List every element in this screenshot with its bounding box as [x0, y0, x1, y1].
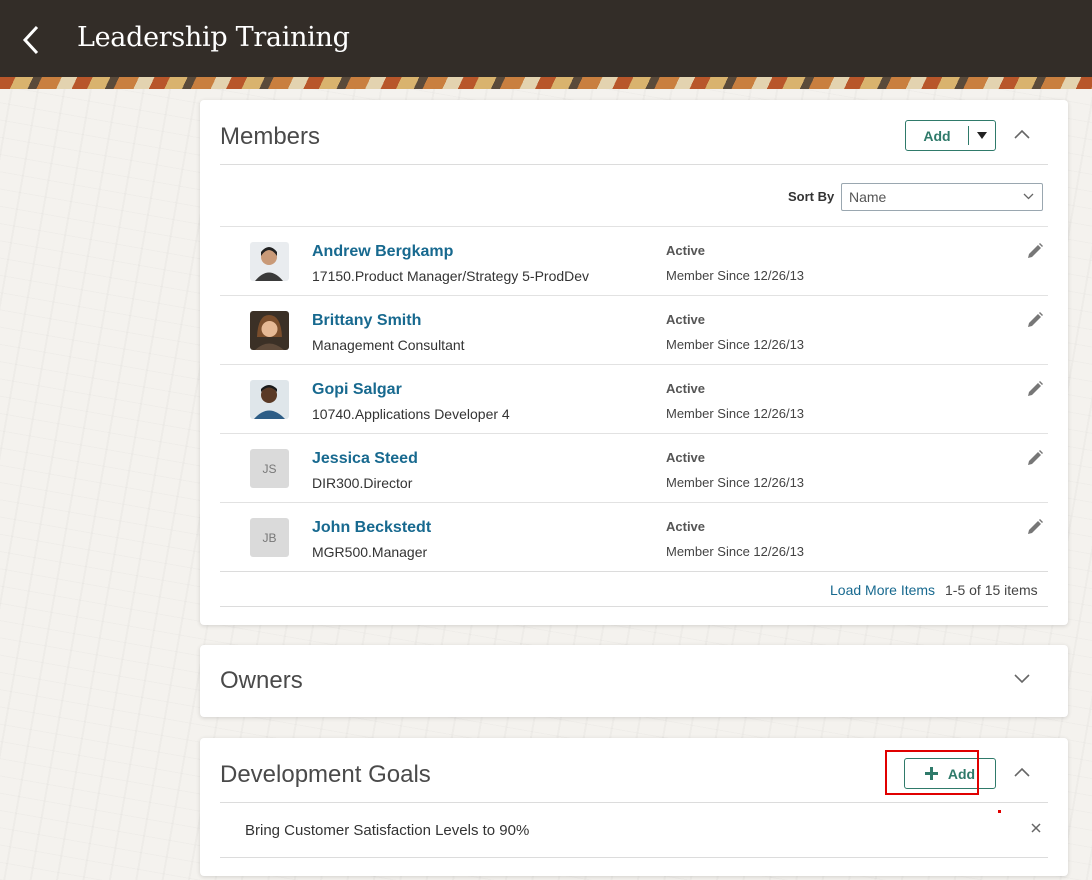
member-row: JB John Beckstedt MGR500.Manager Active …	[220, 502, 1048, 571]
avatar	[250, 311, 289, 350]
member-name[interactable]: Jessica Steed	[312, 450, 418, 468]
list-bottom-divider	[220, 571, 1048, 572]
sort-by-label: Sort By	[788, 189, 835, 204]
members-footer-divider	[220, 606, 1048, 607]
member-since: Member Since 12/26/13	[666, 406, 805, 421]
member-name[interactable]: Andrew Bergkamp	[312, 243, 453, 261]
development-goals-title: Development Goals	[220, 761, 431, 788]
avatar	[250, 242, 289, 281]
highlight-annotation-box	[885, 750, 979, 795]
members-card: Members Add Sort By Name Andrew Bergkamp…	[200, 100, 1068, 625]
member-status: Active	[666, 450, 706, 465]
member-status: Active	[666, 519, 706, 534]
back-button[interactable]	[16, 22, 46, 58]
edit-button[interactable]	[1026, 449, 1046, 469]
member-job-title: 17150.Product Manager/Strategy 5-ProdDev	[312, 268, 590, 284]
pencil-icon	[1028, 381, 1043, 396]
page-title: Leadership Training	[77, 22, 350, 53]
member-status: Active	[666, 312, 706, 327]
app-header: Leadership Training	[0, 0, 1092, 77]
items-count: 1-5 of 15 items	[945, 582, 1038, 598]
avatar-initials: JB	[250, 518, 289, 557]
member-status: Active	[666, 243, 706, 258]
owners-expand-button[interactable]	[1008, 665, 1036, 693]
pencil-icon	[1028, 450, 1043, 465]
member-status: Active	[666, 381, 706, 396]
owners-card: Owners	[200, 645, 1068, 717]
avatar-initials: JS	[250, 449, 289, 488]
chevron-down-icon	[1014, 674, 1030, 684]
member-job-title: Management Consultant	[312, 337, 465, 353]
member-name[interactable]: Brittany Smith	[312, 312, 421, 330]
sort-by-value: Name	[849, 189, 887, 205]
members-add-menu-button[interactable]	[969, 121, 995, 150]
header-banner-image	[0, 77, 1092, 89]
member-name[interactable]: Gopi Salgar	[312, 381, 402, 399]
member-job-title: MGR500.Manager	[312, 544, 428, 560]
member-job-title: 10740.Applications Developer 4	[312, 406, 510, 422]
owners-title: Owners	[220, 667, 303, 694]
edit-button[interactable]	[1026, 518, 1046, 538]
members-add-button[interactable]: Add	[906, 121, 968, 150]
member-since: Member Since 12/26/13	[666, 337, 805, 352]
goal-item-text[interactable]: Bring Customer Satisfaction Levels to 90…	[245, 822, 529, 839]
goals-collapse-button[interactable]	[1008, 758, 1036, 786]
members-add-split-button: Add	[905, 120, 996, 151]
member-name[interactable]: John Beckstedt	[312, 519, 431, 537]
member-row: Brittany Smith Management Consultant Act…	[220, 295, 1048, 364]
load-more-link[interactable]: Load More Items	[830, 582, 935, 598]
member-since: Member Since 12/26/13	[666, 268, 805, 283]
close-icon	[1031, 823, 1041, 833]
chevron-up-icon	[1014, 129, 1030, 139]
edit-button[interactable]	[1026, 380, 1046, 400]
chevron-left-icon	[22, 25, 39, 55]
goals-divider	[220, 802, 1048, 803]
member-since: Member Since 12/26/13	[666, 475, 805, 490]
edit-button[interactable]	[1026, 242, 1046, 262]
pencil-icon	[1028, 312, 1043, 327]
member-since: Member Since 12/26/13	[666, 544, 805, 559]
member-job-title: DIR300.Director	[312, 475, 413, 491]
members-title: Members	[220, 123, 321, 150]
edit-button[interactable]	[1026, 311, 1046, 331]
member-row: Andrew Bergkamp 17150.Product Manager/St…	[220, 226, 1048, 295]
avatar	[250, 380, 289, 419]
members-collapse-button[interactable]	[1008, 120, 1036, 148]
chevron-up-icon	[1014, 767, 1030, 777]
goals-bottom-divider	[220, 857, 1048, 858]
sort-by-select[interactable]: Name	[841, 183, 1043, 211]
chevron-down-icon	[1023, 193, 1034, 200]
caret-down-icon	[977, 131, 987, 139]
members-divider	[220, 164, 1048, 165]
pencil-icon	[1028, 519, 1043, 534]
pencil-icon	[1028, 243, 1043, 258]
member-row: JS Jessica Steed DIR300.Director Active …	[220, 433, 1048, 502]
member-row: Gopi Salgar 10740.Applications Developer…	[220, 364, 1048, 433]
remove-goal-button[interactable]	[1026, 818, 1046, 838]
annotation-dot	[998, 810, 1001, 813]
